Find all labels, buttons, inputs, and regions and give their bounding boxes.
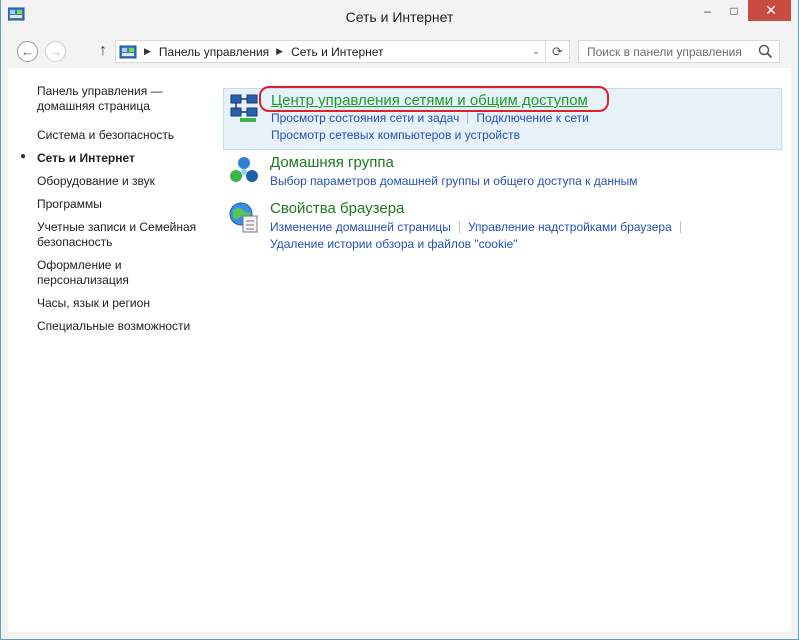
window-title: Сеть и Интернет (345, 9, 454, 25)
category-network-sharing-center: Центр управления сетями и общим доступом… (223, 88, 782, 150)
view-network-status-link[interactable]: Просмотр состояния сети и задач (271, 111, 459, 125)
search-input[interactable]: Поиск в панели управления (578, 40, 780, 63)
category-links-row: Удаление истории обзора и файлов "cookie… (270, 237, 518, 251)
control-panel-icon (119, 45, 137, 58)
category-links-row: Выбор параметров домашней группы и общег… (270, 174, 638, 188)
link-separator (679, 221, 681, 233)
back-button[interactable]: ← (17, 41, 38, 62)
homegroup-link[interactable]: Домашняя группа (270, 154, 394, 171)
chevron-down-icon[interactable]: ⌄ (528, 43, 544, 60)
breadcrumb-network-internet[interactable]: Сеть и Интернет (291, 45, 383, 59)
sidebar-item-control-panel-home[interactable]: Панель управления — домашняя страница (37, 84, 207, 114)
homegroup-icon (230, 157, 258, 182)
view-network-computers-link[interactable]: Просмотр сетевых компьютеров и устройств (271, 128, 520, 142)
link-separator (458, 221, 460, 233)
search-icon[interactable] (758, 44, 773, 59)
connect-to-network-link[interactable]: Подключение к сети (476, 111, 588, 125)
forward-button[interactable]: → (45, 41, 66, 62)
sidebar-item-accessibility[interactable]: Специальные возможности (37, 319, 207, 334)
category-links-row: Изменение домашней страницы Управление на… (270, 220, 689, 234)
browser-options-icon (229, 202, 258, 233)
network-sharing-center-link[interactable]: Центр управления сетями и общим доступом (271, 92, 588, 109)
sidebar-item-network-internet[interactable]: Сеть и Интернет (37, 151, 207, 166)
breadcrumb-control-panel[interactable]: Панель управления (159, 45, 269, 59)
breadcrumb-separator[interactable]: ▶ (276, 46, 283, 57)
sidebar: Панель управления — домашняя страница Си… (20, 84, 207, 342)
up-button[interactable]: ↑ (95, 41, 111, 61)
sidebar-item-appearance[interactable]: Оформление и персонализация (37, 258, 207, 288)
category-links-row: Просмотр состояния сети и задач Подключен… (271, 111, 589, 125)
navigation-bar: ← → ↑ ▶ Панель управления ▶ Сеть и Интер… (1, 34, 798, 68)
sidebar-item-hardware-sound[interactable]: Оборудование и звук (37, 174, 207, 189)
control-panel-window: Сеть и Интернет – □ ✕ ← → ↑ ▶ Панель упр… (0, 0, 799, 640)
manage-addons-link[interactable]: Управление надстройками браузера (468, 220, 672, 234)
browser-options-link[interactable]: Свойства браузера (270, 200, 404, 217)
sidebar-item-programs[interactable]: Программы (37, 197, 207, 212)
maximize-button[interactable]: □ (721, 0, 747, 21)
search-placeholder: Поиск в панели управления (587, 45, 742, 59)
sidebar-item-user-accounts[interactable]: Учетные записи и Семейная безопасность (37, 220, 207, 250)
minimize-button[interactable]: – (694, 0, 721, 21)
sidebar-item-clock-language-region[interactable]: Часы, язык и регион (37, 296, 207, 311)
change-homepage-link[interactable]: Изменение домашней страницы (270, 220, 451, 234)
category-links-row: Просмотр сетевых компьютеров и устройств (271, 128, 520, 142)
breadcrumb-separator[interactable]: ▶ (144, 46, 151, 57)
category-homegroup: Домашняя группа Выбор параметров домашне… (223, 152, 782, 196)
sidebar-item-system-security[interactable]: Система и безопасность (37, 128, 207, 143)
refresh-button[interactable]: ⟳ (545, 41, 569, 62)
delete-browsing-history-link[interactable]: Удаление истории обзора и файлов "cookie… (270, 237, 518, 251)
category-browser-options: Свойства браузера Изменение домашней стр… (223, 198, 782, 254)
address-bar[interactable]: ▶ Панель управления ▶ Сеть и Интернет ⌄ … (115, 40, 570, 63)
network-center-icon (230, 94, 258, 122)
current-item-bullet: ● (20, 151, 27, 162)
homegroup-options-link[interactable]: Выбор параметров домашней группы и общег… (270, 174, 638, 188)
close-button[interactable]: ✕ (748, 0, 794, 21)
title-bar[interactable]: Сеть и Интернет – □ ✕ (1, 0, 798, 34)
link-separator (467, 112, 469, 124)
